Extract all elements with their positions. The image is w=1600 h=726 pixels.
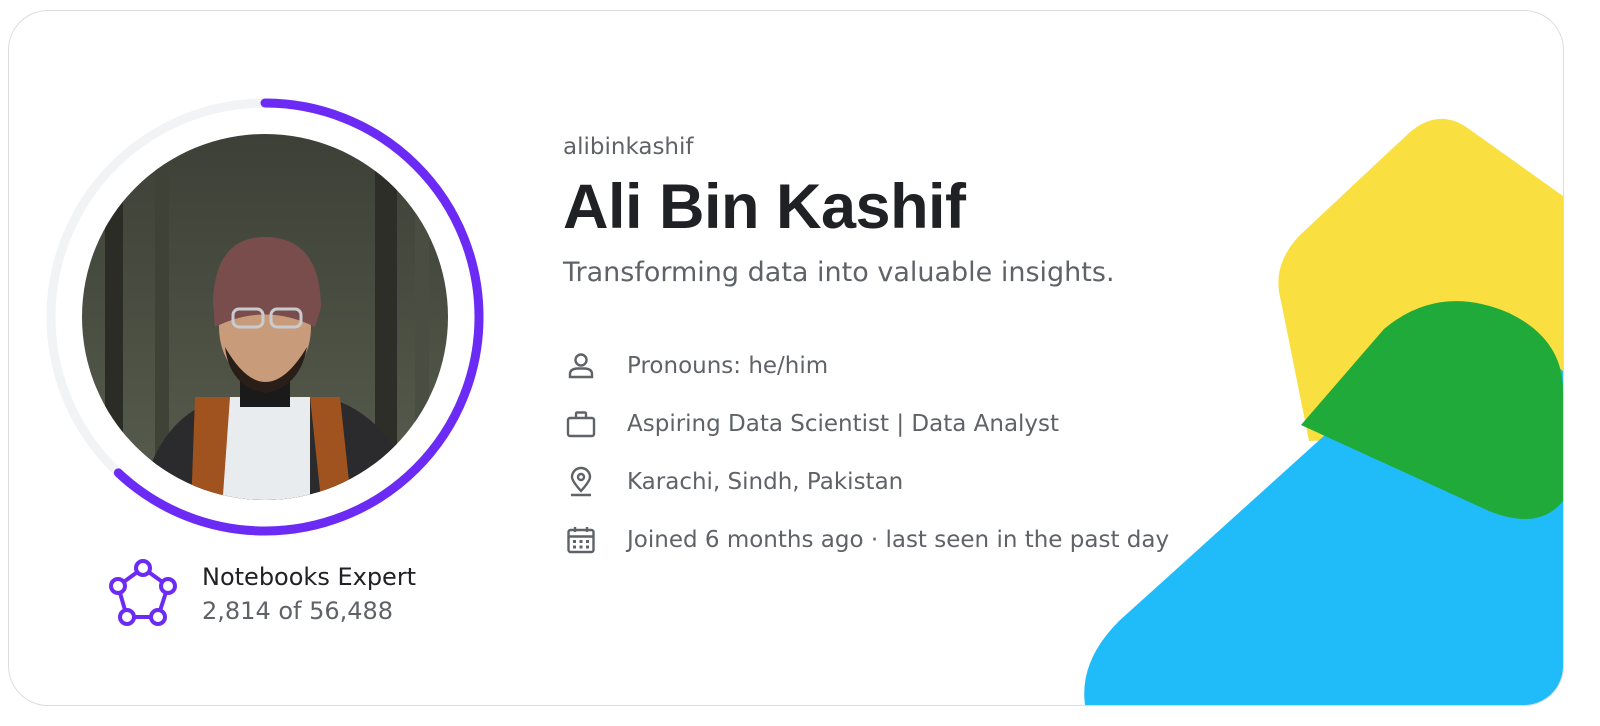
tier-rank: 2,814 of 56,488 [202, 597, 394, 625]
person-icon [563, 348, 599, 384]
detail-pronouns: Pronouns: he/him [563, 337, 1169, 395]
detail-text: Karachi, Sindh, Pakistan [627, 469, 904, 495]
tier-title: Notebooks Expert [202, 563, 417, 591]
detail-text: Joined 6 months ago · last seen in the p… [627, 527, 1170, 553]
page-title: Ali Bin Kashif [563, 172, 966, 242]
profile-tagline: Transforming data into valuable insights… [563, 257, 1115, 288]
tier-pentagon-icon [109, 559, 177, 626]
username: alibinkashif [563, 134, 694, 160]
detail-text: Aspiring Data Scientist | Data Analyst [627, 411, 1060, 437]
detail-joined: Joined 6 months ago · last seen in the p… [563, 511, 1169, 569]
detail-text: Pronouns: he/him [627, 353, 829, 379]
profile-card: Notebooks Expert 2,814 of 56,488 alibink… [8, 10, 1564, 706]
avatar-progress [45, 97, 485, 537]
briefcase-icon [563, 406, 599, 442]
location-pin-icon [563, 464, 599, 500]
tier-badge[interactable]: Notebooks Expert 2,814 of 56,488 [106, 559, 416, 629]
profile-details: Pronouns: he/him Aspiring Data Scientist… [563, 337, 1169, 569]
calendar-icon [563, 522, 599, 558]
detail-occupation: Aspiring Data Scientist | Data Analyst [563, 395, 1169, 453]
detail-location: Karachi, Sindh, Pakistan [563, 453, 1169, 511]
profile-info: alibinkashif Ali Bin Kashif Transforming… [563, 129, 1169, 569]
